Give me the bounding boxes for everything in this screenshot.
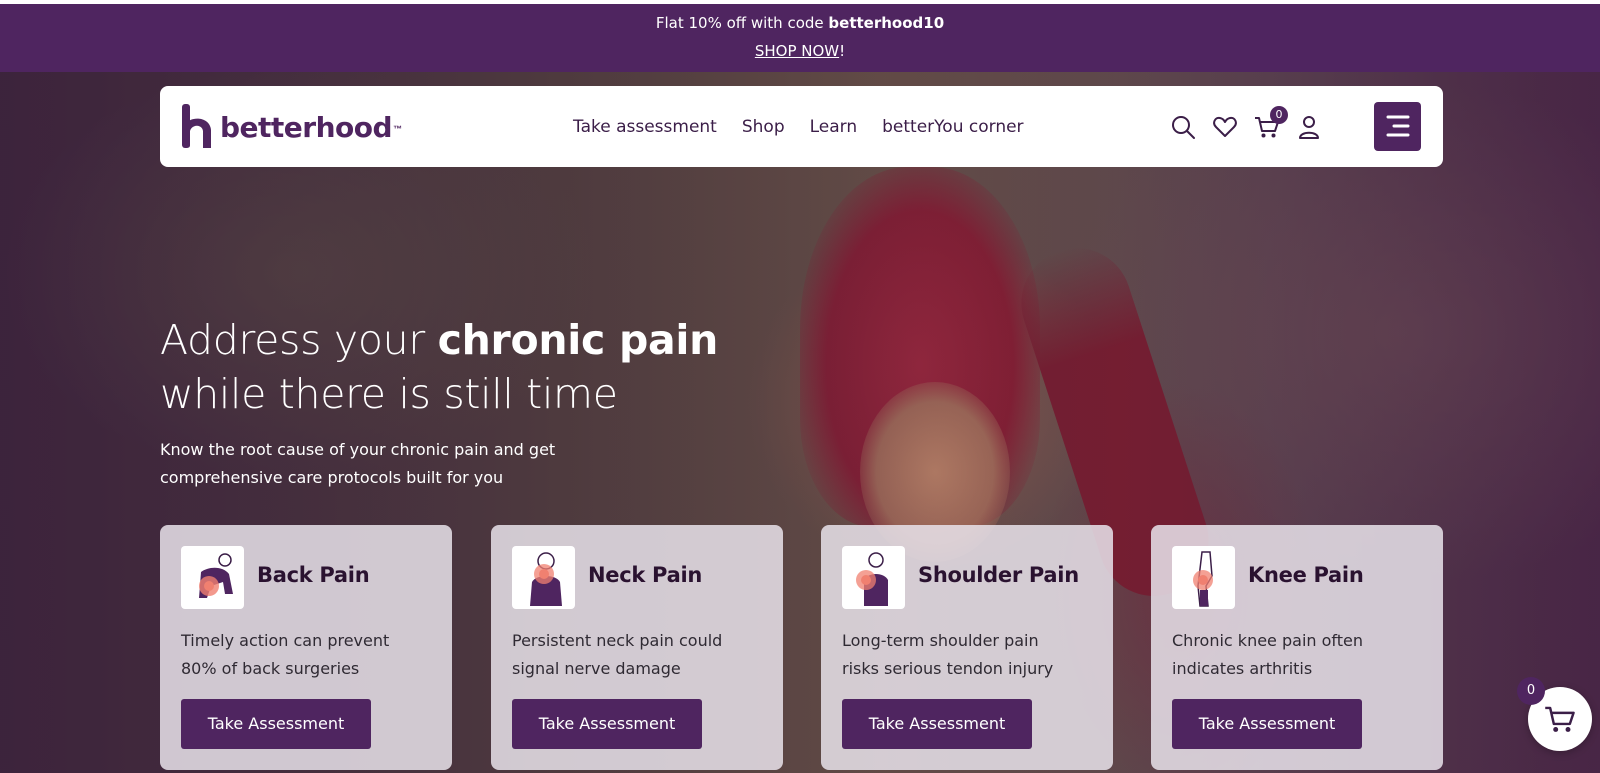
card-desc-line-1: Long-term shoulder pain xyxy=(842,631,1039,650)
card-desc-line-2: indicates arthritis xyxy=(1172,659,1313,678)
take-assessment-button[interactable]: Take Assessment xyxy=(181,699,371,749)
hero-headline: Address your chronic pain while there is… xyxy=(160,313,718,421)
shop-now-link[interactable]: SHOP NOW xyxy=(755,42,839,60)
brand-name: betterhood xyxy=(220,110,393,144)
headline-light-1: Address your xyxy=(160,316,438,364)
user-icon[interactable] xyxy=(1296,114,1322,140)
nav-learn[interactable]: Learn xyxy=(810,117,858,137)
back-pain-icon xyxy=(181,546,244,609)
navbar: betterhood ™ Take assessment Shop Learn b… xyxy=(160,86,1443,167)
headline-line-1: Address your chronic pain xyxy=(160,313,718,367)
subtext-line-2: comprehensive care protocols built for y… xyxy=(160,468,504,487)
promo-banner: Flat 10% off with code betterhood10 SHOP… xyxy=(0,4,1600,72)
search-icon[interactable] xyxy=(1170,114,1196,140)
take-assessment-button[interactable]: Take Assessment xyxy=(842,699,1032,749)
shoulder-pain-icon xyxy=(842,546,905,609)
nav-icons: 0 xyxy=(1170,86,1338,167)
nav-betteryou-corner[interactable]: betterYou corner xyxy=(882,117,1023,137)
headline-line-2: while there is still time xyxy=(160,370,618,418)
nav-take-assessment[interactable]: Take assessment xyxy=(573,117,717,137)
card-desc-line-1: Timely action can prevent xyxy=(181,631,390,650)
brand-logo[interactable]: betterhood ™ xyxy=(180,102,402,152)
card-description: Long-term shoulder pain risks serious te… xyxy=(842,627,1092,683)
card-title: Back Pain xyxy=(257,563,370,587)
card-back-pain: Back Pain Timely action can prevent 80% … xyxy=(160,525,452,770)
floating-cart-count: 0 xyxy=(1517,677,1545,705)
nav-shop[interactable]: Shop xyxy=(742,117,785,137)
card-neck-pain: Neck Pain Persistent neck pain could sig… xyxy=(491,525,783,770)
subtext-line-1: Know the root cause of your chronic pain… xyxy=(160,440,556,459)
knee-pain-icon xyxy=(1172,546,1235,609)
promo-code: betterhood10 xyxy=(828,14,945,32)
main-nav: Take assessment Shop Learn betterYou cor… xyxy=(573,86,1049,167)
logo-mark-icon xyxy=(182,104,211,148)
card-desc-line-1: Persistent neck pain could xyxy=(512,631,723,650)
cart-icon xyxy=(1545,706,1575,732)
neck-pain-icon xyxy=(512,546,575,609)
card-description: Chronic knee pain often indicates arthri… xyxy=(1172,627,1422,683)
card-desc-line-2: risks serious tendon injury xyxy=(842,659,1054,678)
card-description: Persistent neck pain could signal nerve … xyxy=(512,627,762,683)
hero-subtext: Know the root cause of your chronic pain… xyxy=(160,436,600,492)
card-desc-line-2: 80% of back surgeries xyxy=(181,659,360,678)
promo-text-prefix: Flat 10% off with code xyxy=(655,14,829,32)
cart-icon[interactable]: 0 xyxy=(1254,105,1288,140)
card-desc-line-1: Chronic knee pain often xyxy=(1172,631,1364,650)
card-title: Shoulder Pain xyxy=(918,563,1079,587)
brand-trademark: ™ xyxy=(393,124,403,134)
card-description: Timely action can prevent 80% of back su… xyxy=(181,627,431,683)
card-knee-pain: Knee Pain Chronic knee pain often indica… xyxy=(1151,525,1443,770)
heart-icon[interactable] xyxy=(1212,114,1238,140)
card-title: Knee Pain xyxy=(1248,563,1364,587)
menu-button[interactable] xyxy=(1374,102,1421,151)
card-title: Neck Pain xyxy=(588,563,702,587)
card-shoulder-pain: Shoulder Pain Long-term shoulder pain ri… xyxy=(821,525,1113,770)
card-desc-line-2: signal nerve damage xyxy=(512,659,681,678)
promo-link-suffix: ! xyxy=(839,42,846,60)
cart-count-badge: 0 xyxy=(1270,105,1288,124)
headline-bold: chronic pain xyxy=(437,316,719,364)
take-assessment-button[interactable]: Take Assessment xyxy=(512,699,702,749)
take-assessment-button[interactable]: Take Assessment xyxy=(1172,699,1362,749)
promo-link-line: SHOP NOW! xyxy=(0,42,1600,60)
promo-text: Flat 10% off with code betterhood10 xyxy=(0,14,1600,32)
hamburger-icon xyxy=(1386,115,1410,137)
